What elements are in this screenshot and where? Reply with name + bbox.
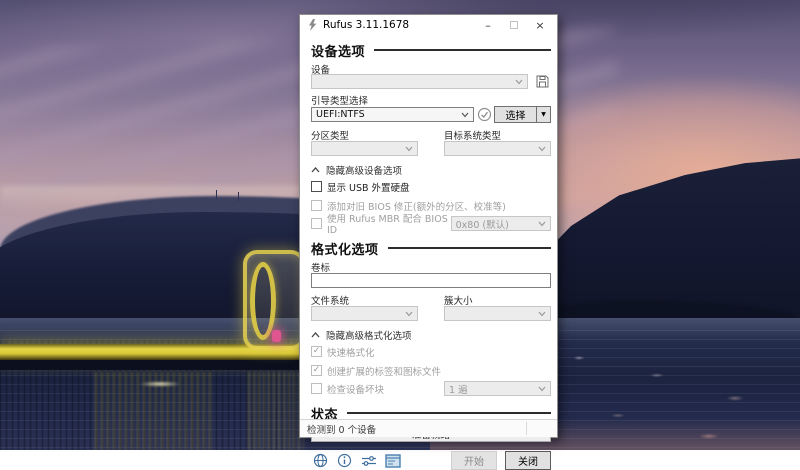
- checkbox-label: 快速格式化: [327, 345, 375, 359]
- checkbox-checked: ✓: [311, 346, 322, 357]
- device-label: 设备: [311, 62, 551, 74]
- bad-blocks-passes-select[interactable]: 1 遍: [444, 381, 551, 396]
- chevron-down-icon: [461, 112, 469, 118]
- chevron-down-icon: [538, 221, 546, 227]
- tube-reflection: [248, 372, 304, 450]
- globe-icon: [313, 453, 328, 468]
- section-format-options: 格式化选项: [311, 240, 551, 256]
- partition-scheme-label: 分区类型: [311, 128, 418, 140]
- save-device-image-button[interactable]: [534, 74, 551, 89]
- close-button[interactable]: ×: [527, 16, 553, 34]
- save-floppy-icon: [536, 75, 549, 88]
- check-circle-icon: [477, 107, 492, 122]
- bios-id-select[interactable]: 0x80 (默认): [451, 216, 551, 231]
- section-rule: [388, 247, 551, 249]
- rufus-app-icon: [307, 19, 318, 31]
- boot-selection-select[interactable]: UEFI:NTFS: [311, 107, 474, 122]
- partition-scheme-select[interactable]: [311, 141, 418, 156]
- rufus-window: Rufus 3.11.1678 – × 设备选项 设备: [299, 14, 558, 438]
- device-select[interactable]: [311, 74, 528, 89]
- chevron-down-icon: [538, 386, 546, 392]
- checkbox: [311, 200, 322, 211]
- checkbox-label: 检查设备坏块: [327, 382, 384, 396]
- section-title: 设备选项: [311, 41, 365, 60]
- maximize-icon: [510, 21, 518, 29]
- section-device-options: 设备选项: [311, 42, 551, 58]
- target-system-label: 目标系统类型: [444, 128, 551, 140]
- window-title: Rufus 3.11.1678: [323, 19, 475, 31]
- hide-advanced-device-options-toggle[interactable]: 隐藏高级设备选项: [311, 163, 551, 176]
- settings-button[interactable]: [359, 452, 378, 469]
- log-window-icon: [385, 454, 401, 468]
- volume-label-label: 卷标: [311, 260, 551, 272]
- section-rule: [374, 49, 551, 51]
- close-action-button[interactable]: 关闭: [505, 451, 551, 470]
- checkbox-label: 创建扩展的标签和图标文件: [327, 364, 441, 378]
- minimize-button[interactable]: –: [475, 16, 501, 34]
- checkbox-quick-format: ✓ 快速格式化: [311, 345, 551, 358]
- pink-lamp: [272, 330, 281, 342]
- start-button: 开始: [451, 451, 497, 470]
- boot-selection-label: 引导类型选择: [311, 93, 551, 105]
- file-system-label: 文件系统: [311, 293, 418, 305]
- chevron-down-icon: [538, 311, 546, 317]
- select-button[interactable]: 选择: [494, 106, 537, 123]
- checkbox-rufus-mbr: 使用 Rufus MBR 配合 BIOS ID: [311, 217, 451, 230]
- chevron-down-icon: [538, 146, 546, 152]
- volume-label-input[interactable]: [311, 273, 551, 288]
- antenna-tower: [216, 190, 217, 199]
- section-rule: [347, 412, 551, 414]
- status-bar-divider: [526, 422, 527, 435]
- sliders-icon: [361, 454, 377, 468]
- checkbox: [311, 383, 322, 394]
- checkbox-checked: ✓: [311, 365, 322, 376]
- checkbox: [311, 218, 322, 229]
- status-bar: 检测到 0 个设备: [300, 419, 557, 437]
- checkbox[interactable]: [311, 181, 322, 192]
- titlebar[interactable]: Rufus 3.11.1678 – ×: [300, 15, 557, 35]
- chevron-up-icon: [311, 332, 320, 338]
- log-button[interactable]: [383, 452, 402, 469]
- checkbox-extended-label: ✓ 创建扩展的标签和图标文件: [311, 364, 551, 377]
- status-bar-text: 检测到 0 个设备: [307, 422, 376, 436]
- section-title: 格式化选项: [311, 239, 379, 258]
- tube-ring: [250, 262, 276, 340]
- chevron-down-icon: [405, 311, 413, 317]
- pier-hotspot: [130, 380, 190, 388]
- chevron-down-icon: [515, 79, 523, 85]
- cluster-size-select[interactable]: [444, 306, 551, 321]
- checkbox-label: 显示 USB 外置硬盘: [327, 180, 410, 194]
- checkbox-list-usb-hdd[interactable]: 显示 USB 外置硬盘: [311, 180, 551, 193]
- select-dropdown-arrow[interactable]: ▼: [537, 106, 551, 123]
- hide-advanced-format-options-toggle[interactable]: 隐藏高级格式化选项: [311, 328, 551, 341]
- info-icon: [337, 453, 352, 468]
- maximize-button: [501, 16, 527, 34]
- language-button[interactable]: [311, 452, 330, 469]
- about-button[interactable]: [335, 452, 354, 469]
- antenna-tower: [238, 192, 239, 201]
- checkbox-bad-blocks: 检查设备坏块: [311, 382, 384, 395]
- file-system-select[interactable]: [311, 306, 418, 321]
- target-system-select[interactable]: [444, 141, 551, 156]
- chevron-up-icon: [311, 167, 320, 173]
- checkbox-label: 使用 Rufus MBR 配合 BIOS ID: [327, 211, 451, 236]
- chevron-down-icon: [405, 146, 413, 152]
- cluster-size-label: 簇大小: [444, 293, 551, 305]
- pier-underside: [0, 360, 305, 370]
